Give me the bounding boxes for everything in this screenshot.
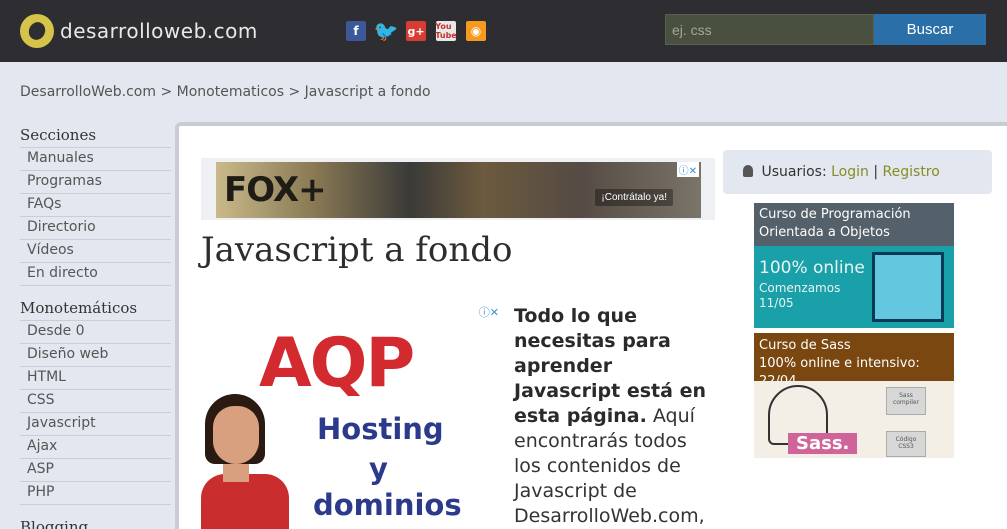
banner-ad[interactable]: FOX+ ¡Contrátalo ya! ⓘ✕ [201,158,715,220]
link-divider: | [873,164,879,180]
sidebar-group-monotematicos: Monotemáticos Desde 0 Diseño web HTML CS… [20,299,171,505]
course-headline: 100% online [759,258,865,278]
facebook-icon[interactable]: f [346,21,366,41]
breadcrumb-home[interactable]: DesarrolloWeb.com [20,84,156,100]
breadcrumb-separator: > [288,84,301,100]
ad-person-image [201,394,289,529]
banner-brand: FOX+ [224,170,327,210]
user-icon [743,165,753,177]
login-link[interactable]: Login [831,164,869,180]
hosting-ad[interactable]: ⓘ✕ AQP Hosting y dominios [201,302,501,529]
sidebar-item-php[interactable]: PHP [20,482,171,505]
sidebar-item-ajax[interactable]: Ajax [20,436,171,459]
diagram-box: Código CSS3 [886,431,926,457]
course-title: Curso de Programación Orientada a Objeto… [754,203,954,246]
sidebar-item-en-directo[interactable]: En directo [20,263,171,286]
sidebar-item-videos[interactable]: Vídeos [20,240,171,263]
sidebar-heading: Blogging [20,518,171,529]
banner-cta[interactable]: ¡Contrátalo ya! [595,189,673,206]
sidebar-item-html[interactable]: HTML [20,367,171,390]
youtube-icon[interactable]: You Tube [435,21,457,41]
logo-icon [20,14,54,48]
page-title: Javascript a fondo [201,230,513,270]
ad-choices-icon[interactable]: ⓘ✕ [676,162,699,177]
diagram-box: Sass compiler [886,387,926,415]
ad-text: Hosting [317,412,444,446]
course-date: 11/05 [759,296,794,310]
users-box: Usuarios: Login | Registro [723,150,992,194]
ad-logo: AQP [259,324,415,403]
rss-icon[interactable]: ◉ [466,21,486,41]
ad-text: y [369,452,388,486]
site-logo[interactable]: desarrolloweb.com [20,14,258,48]
sidebar-item-javascript[interactable]: Javascript [20,413,171,436]
sidebar-heading: Monotemáticos [20,299,171,321]
sidebar-item-diseno-web[interactable]: Diseño web [20,344,171,367]
ad-choices-icon[interactable]: ⓘ✕ [479,304,499,320]
logo-text: desarrolloweb.com [60,19,258,43]
course-ad-oop[interactable]: Curso de Programación Orientada a Objeto… [754,203,954,328]
intro-paragraph: Todo lo que necesitas para aprender Java… [514,304,714,529]
search-input[interactable] [665,14,874,45]
main-content: FOX+ ¡Contrátalo ya! ⓘ✕ Javascript a fon… [175,122,1007,529]
course-subtext: Comenzamos [759,281,841,295]
sidebar-group-blogging: Blogging [20,518,171,529]
course-ad-sass[interactable]: Curso de Sass 100% online e intensivo: 2… [754,333,954,458]
breadcrumb-separator: > [160,84,173,100]
sidebar-item-desde-0[interactable]: Desde 0 [20,321,171,344]
ad-text: dominios [313,488,462,522]
search-button[interactable]: Buscar [874,14,986,45]
register-link[interactable]: Registro [883,164,940,180]
top-bar: desarrolloweb.com f 🐦 g+ You Tube ◉ Busc… [0,0,1007,62]
left-sidebar: Secciones Manuales Programas FAQs Direct… [20,126,171,529]
google-plus-icon[interactable]: g+ [406,21,426,41]
sidebar-group-secciones: Secciones Manuales Programas FAQs Direct… [20,126,171,286]
cube-icon [872,252,944,322]
twitter-icon[interactable]: 🐦 [374,19,399,43]
breadcrumb: DesarrolloWeb.com > Monotematicos > Java… [20,84,431,100]
users-label: Usuarios: [761,164,827,180]
sass-logo: Sass. [788,433,858,454]
sidebar-item-css[interactable]: CSS [20,390,171,413]
sidebar-item-asp[interactable]: ASP [20,459,171,482]
sidebar-item-directorio[interactable]: Directorio [20,217,171,240]
breadcrumb-current[interactable]: Javascript a fondo [305,84,431,100]
social-links: f 🐦 g+ You Tube ◉ [346,19,486,43]
sidebar-item-manuales[interactable]: Manuales [20,148,171,171]
course-title: Curso de Sass [759,338,851,353]
sidebar-heading: Secciones [20,126,171,148]
sidebar-item-programas[interactable]: Programas [20,171,171,194]
banner-ad-image[interactable]: FOX+ ¡Contrátalo ya! ⓘ✕ [216,162,701,218]
sidebar-item-faqs[interactable]: FAQs [20,194,171,217]
breadcrumb-monotematicos[interactable]: Monotematicos [177,84,284,100]
